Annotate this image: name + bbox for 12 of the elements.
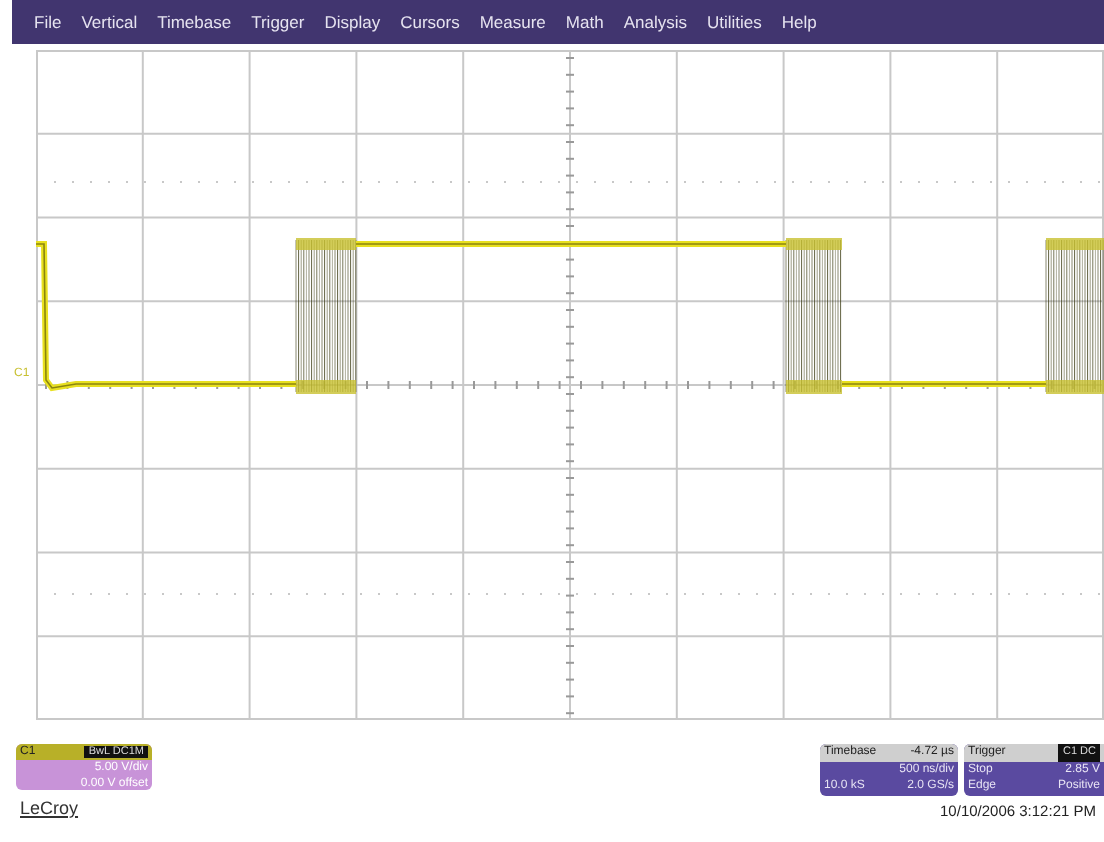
menu-item[interactable]: Display	[314, 12, 391, 32]
menu-item[interactable]: File	[24, 12, 72, 32]
menu-item[interactable]: Timebase	[147, 12, 242, 32]
menu-item[interactable]: Cursors	[390, 12, 470, 32]
brand-logo: LeCroy	[20, 798, 81, 818]
menu-item[interactable]: Utilities	[696, 12, 772, 32]
menu-item[interactable]: Analysis	[613, 12, 697, 32]
menu-item[interactable]: Vertical	[71, 12, 148, 32]
menu-item[interactable]: Trigger	[241, 12, 315, 32]
menu-item[interactable]: Measure	[469, 12, 556, 32]
menu-item[interactable]: Math	[555, 12, 614, 32]
menu-item[interactable]: Help	[771, 12, 827, 32]
